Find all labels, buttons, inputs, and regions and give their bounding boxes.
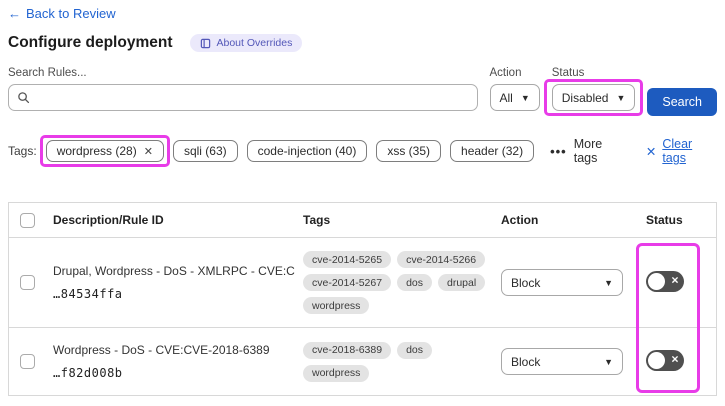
rule-description: Drupal, Wordpress - DoS - XMLRPC - CVE:C… [53,264,295,279]
tag-filter-wordpress[interactable]: wordpress (28) ✕ [45,140,164,162]
rule-description-cell: Drupal, Wordpress - DoS - XMLRPC - CVE:C… [53,264,303,300]
title-row: Configure deployment About Overrides [8,34,717,52]
action-filter-dropdown[interactable]: All ▼ [489,84,540,111]
rule-tag-chip: cve-2014-5266 [397,251,486,268]
chevron-down-icon: ▼ [520,92,530,103]
search-button[interactable]: Search [647,88,717,116]
back-link-label: Back to Review [26,6,116,21]
tag-filter-label: code-injection (40) [257,144,357,158]
status-filter-dropdown[interactable]: Disabled ▼ [551,84,636,111]
rule-tag-chip: dos [397,274,432,291]
rule-tag-chip: cve-2018-6389 [303,341,392,359]
table-header-row: Description/Rule ID Tags Action Status [9,203,716,238]
toggle-knob [648,351,665,369]
status-toggle-off[interactable]: ✕ [646,349,684,371]
rule-action-cell: Block ▼ [501,269,640,296]
search-rules-input[interactable] [36,90,469,105]
tag-filter-label: sqli (63) [183,144,227,158]
rule-tag-chip: wordpress [303,364,370,382]
about-overrides-badge[interactable]: About Overrides [190,34,303,52]
tags-bar-label: Tags: [8,144,37,158]
tag-filter-header[interactable]: header (32) [450,140,535,162]
status-filter-value: Disabled [561,90,609,105]
rule-action-value: Block [511,275,541,290]
column-header-status: Status [646,213,683,227]
chevron-down-icon: ▼ [604,356,613,367]
filter-bar: Search Rules... Action All ▼ Status Disa… [8,67,717,116]
rule-action-cell: Block ▼ [501,348,640,375]
rule-status-cell: ✕ [640,270,718,295]
column-header-tags: Tags [303,213,331,227]
tag-filter-label: xss (35) [387,144,431,158]
search-rules-box[interactable] [8,84,478,111]
tags-bar: Tags: wordpress (28) ✕ sqli (63) code-in… [8,135,717,167]
toggle-knob [648,272,665,290]
row-checkbox[interactable] [19,275,35,290]
toggle-x-icon: ✕ [671,275,679,287]
chevron-down-icon: ▼ [604,277,613,288]
action-filter-label: Action [489,67,522,79]
rule-tag-chip: drupal [438,274,486,291]
row-checkbox[interactable] [19,354,35,369]
status-toggle-off[interactable]: ✕ [646,270,684,292]
column-header-action: Action [501,213,539,227]
book-icon [201,38,211,48]
search-rules-label: Search Rules... [8,67,87,79]
back-to-review-link[interactable]: ← Back to Review [8,6,116,21]
rules-table: Description/Rule ID Tags Action Status D… [8,202,717,396]
clear-x-icon: ✕ [645,144,657,159]
table-row: Wordpress - DoS - CVE:CVE-2018-6389 …f82… [9,328,716,395]
chevron-down-icon: ▼ [616,92,626,103]
search-rules-group: Search Rules... [8,67,478,111]
rule-action-dropdown[interactable]: Block ▼ [501,269,623,296]
selected-tag-annotation-wrapper: wordpress (28) ✕ [39,135,170,167]
ellipsis-icon: ••• [550,143,567,159]
status-filter-group: Status Disabled ▼ [543,67,644,116]
remove-tag-icon[interactable]: ✕ [144,145,153,158]
rule-tag-chip: dos [397,341,432,359]
rule-tag-chip: cve-2014-5265 [303,251,392,268]
tag-filter-xss[interactable]: xss (35) [376,140,442,162]
select-all-checkbox[interactable] [19,212,35,228]
tag-filter-label: wordpress (28) [56,144,137,158]
back-arrow-icon: ← [8,6,21,21]
status-annotation-wrapper: Disabled ▼ [543,79,644,116]
rule-description: Wordpress - DoS - CVE:CVE-2018-6389 [53,343,270,358]
rule-id: …f82d008b [53,365,123,380]
column-header-description: Description/Rule ID [53,213,164,227]
action-filter-value: All [499,90,513,105]
clear-tags-label: Clear tags [662,137,693,165]
table-row: Drupal, Wordpress - DoS - XMLRPC - CVE:C… [9,238,716,328]
rule-tags-cell: cve-2018-6389 dos wordpress [303,341,501,382]
rule-id: …84534ffa [53,286,123,301]
status-filter-label: Status [551,67,585,79]
action-filter-group: Action All ▼ [489,67,540,111]
page-title: Configure deployment [8,34,173,51]
rule-tag-chip: wordpress [303,297,370,314]
more-tags-label: More tags [573,137,603,165]
more-tags-button[interactable]: ••• More tags [550,137,627,165]
search-icon [18,92,30,104]
toggle-x-icon: ✕ [671,354,679,366]
rule-tags-cell: cve-2014-5265 cve-2014-5266 cve-2014-526… [303,251,501,314]
rule-status-cell: ✕ [640,349,718,374]
rule-action-dropdown[interactable]: Block ▼ [501,348,623,375]
tag-filter-sqli[interactable]: sqli (63) [172,140,238,162]
rule-action-value: Block [511,354,541,369]
tag-filter-label: header (32) [461,144,524,158]
about-overrides-label: About Overrides [216,37,293,49]
configure-deployment-page: ← Back to Review Configure deployment Ab… [0,0,725,406]
rule-description-cell: Wordpress - DoS - CVE:CVE-2018-6389 …f82… [53,343,303,379]
clear-tags-button[interactable]: ✕ Clear tags [646,137,717,165]
tag-filter-code-injection[interactable]: code-injection (40) [246,140,368,162]
rule-tag-chip: cve-2014-5267 [303,274,392,291]
